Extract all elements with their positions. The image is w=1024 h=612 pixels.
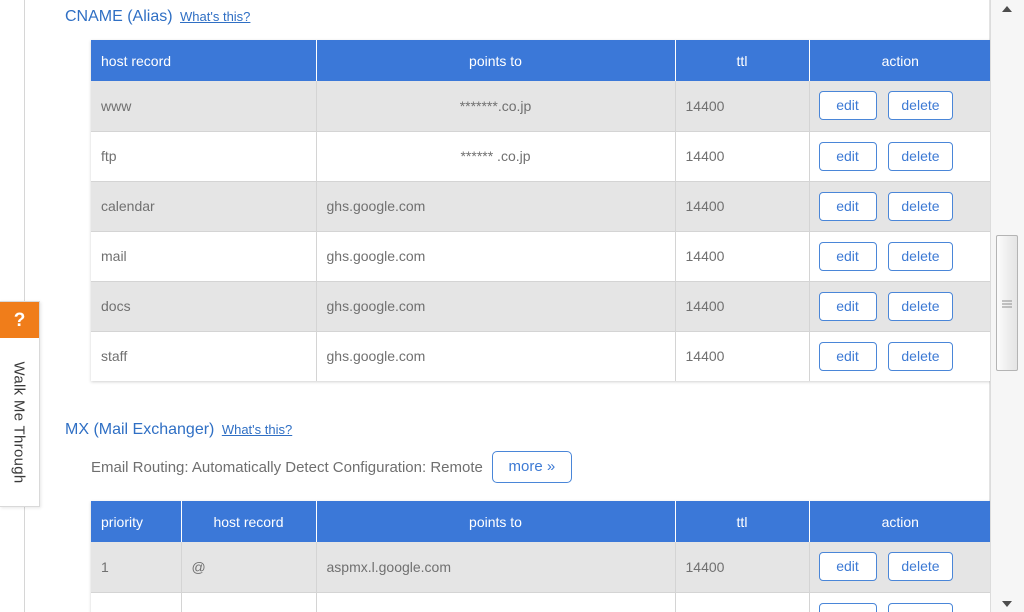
cname-host-2: calendar (91, 181, 317, 232)
cname-col-action: action (809, 40, 991, 81)
cname-table-header-row: host record points to ttl action (91, 40, 991, 81)
edit-button[interactable]: edit (818, 141, 877, 171)
mx-col-action: action (809, 501, 991, 542)
table-row: staff ghs.google.com 14400 edit delete (91, 331, 991, 381)
more-button[interactable]: more » (491, 451, 572, 483)
cname-table: host record points to ttl action www ***… (91, 40, 991, 381)
mx-col-ttl: ttl (675, 501, 810, 542)
delete-button[interactable]: delete (888, 241, 953, 271)
cname-ttl-4: 14400 (675, 281, 810, 332)
delete-button[interactable]: delete (888, 91, 953, 121)
cname-section-heading: CNAME (Alias) What's this? (26, 0, 989, 28)
mx-points-to-1 (316, 592, 676, 612)
mx-host-1 (181, 592, 317, 612)
delete-button[interactable]: delete (888, 291, 953, 321)
edit-button[interactable]: edit (818, 291, 877, 321)
cname-ttl-5: 14400 (675, 331, 810, 381)
cname-title: CNAME (Alias) (65, 8, 173, 25)
cname-actions-3: edit delete (809, 231, 991, 282)
cname-actions-4: edit delete (809, 281, 991, 332)
edit-button[interactable]: edit (818, 91, 877, 121)
delete-button[interactable]: delete (888, 141, 953, 171)
mx-table: priority host record points to ttl actio… (91, 501, 991, 612)
cname-points-to-1: ****** .co.jp (316, 131, 676, 182)
mx-section-heading: MX (Mail Exchanger) What's this? (26, 413, 292, 441)
main-content-area: CNAME (Alias) What's this? host record p… (26, 0, 991, 612)
cname-host-0: www (91, 81, 317, 132)
edit-button[interactable]: edit (818, 241, 877, 271)
table-row: 1 @ aspmx.l.google.com 14400 edit delete (91, 542, 991, 593)
mx-points-to-0: aspmx.l.google.com (316, 542, 676, 593)
cname-ttl-2: 14400 (675, 181, 810, 232)
help-question-icon[interactable]: ? (0, 302, 39, 338)
cname-host-3: mail (91, 231, 317, 282)
cname-points-to-5: ghs.google.com (316, 331, 676, 381)
mx-actions-1: edit delete (809, 592, 991, 612)
table-row: docs ghs.google.com 14400 edit delete (91, 281, 991, 332)
scroll-down-arrow-icon[interactable] (996, 595, 1018, 612)
cname-points-to-2: ghs.google.com (316, 181, 676, 232)
mx-ttl-0: 14400 (675, 542, 810, 593)
scrollbar-grip-icon (1002, 299, 1012, 308)
edit-button[interactable]: edit (818, 341, 877, 371)
cname-table-body: www *******.co.jp 14400 edit delete ftp … (91, 81, 991, 381)
help-question-glyph: ? (13, 309, 26, 331)
mx-col-priority: priority (91, 501, 182, 542)
cname-col-points-to: points to (316, 40, 676, 81)
vertical-scrollbar[interactable] (990, 0, 1024, 612)
mx-host-0: @ (181, 542, 317, 593)
walk-me-through-label: Walk Me Through (11, 360, 29, 484)
delete-button[interactable]: delete (888, 552, 953, 582)
mx-table-body: 1 @ aspmx.l.google.com 14400 edit delete (91, 542, 991, 612)
scroll-up-arrow-icon[interactable] (996, 0, 1018, 17)
cname-col-host-record: host record (91, 40, 317, 81)
cname-points-to-0: *******.co.jp (316, 81, 676, 132)
cname-host-5: staff (91, 331, 317, 381)
mx-priority-1 (91, 592, 182, 612)
cname-actions-2: edit delete (809, 181, 991, 232)
email-routing-status: Email Routing: Automatically Detect Conf… (91, 458, 483, 476)
table-row: calendar ghs.google.com 14400 edit delet… (91, 181, 991, 232)
cname-actions-1: edit delete (809, 131, 991, 182)
edit-button[interactable]: edit (818, 552, 877, 582)
mx-col-points-to: points to (316, 501, 676, 542)
edit-button[interactable]: edit (818, 602, 877, 612)
mx-ttl-1 (675, 592, 810, 612)
cname-points-to-4: ghs.google.com (316, 281, 676, 332)
cname-actions-5: edit delete (809, 331, 991, 381)
table-row: ftp ****** .co.jp 14400 edit delete (91, 131, 991, 182)
delete-button[interactable]: delete (888, 191, 953, 221)
walk-me-through-tab[interactable]: ? Walk Me Through (0, 301, 40, 507)
mx-title: MX (Mail Exchanger) (65, 421, 215, 438)
delete-button[interactable]: delete (888, 341, 953, 371)
mx-priority-0: 1 (91, 542, 182, 593)
email-routing-row: Email Routing: Automatically Detect Conf… (91, 451, 572, 483)
cname-host-1: ftp (91, 131, 317, 182)
cname-col-ttl: ttl (675, 40, 810, 81)
mx-whats-this-link[interactable]: What's this? (222, 422, 292, 437)
walk-me-through-label-wrap: Walk Me Through (0, 338, 39, 506)
cname-host-4: docs (91, 281, 317, 332)
cname-whats-this-link[interactable]: What's this? (180, 9, 250, 24)
table-row: edit delete (91, 592, 991, 612)
cname-actions-0: edit delete (809, 81, 991, 132)
dns-zone-editor-page: ? Walk Me Through CNAME (Alias) What's t… (0, 0, 1024, 612)
mx-table-header-row: priority host record points to ttl actio… (91, 501, 991, 542)
cname-ttl-0: 14400 (675, 81, 810, 132)
table-row: www *******.co.jp 14400 edit delete (91, 81, 991, 132)
delete-button[interactable]: delete (888, 602, 953, 612)
edit-button[interactable]: edit (818, 191, 877, 221)
table-row: mail ghs.google.com 14400 edit delete (91, 231, 991, 282)
mx-actions-0: edit delete (809, 542, 991, 593)
cname-ttl-3: 14400 (675, 231, 810, 282)
mx-col-host-record: host record (181, 501, 317, 542)
cname-ttl-1: 14400 (675, 131, 810, 182)
scrollbar-thumb[interactable] (996, 235, 1018, 371)
cname-points-to-3: ghs.google.com (316, 231, 676, 282)
